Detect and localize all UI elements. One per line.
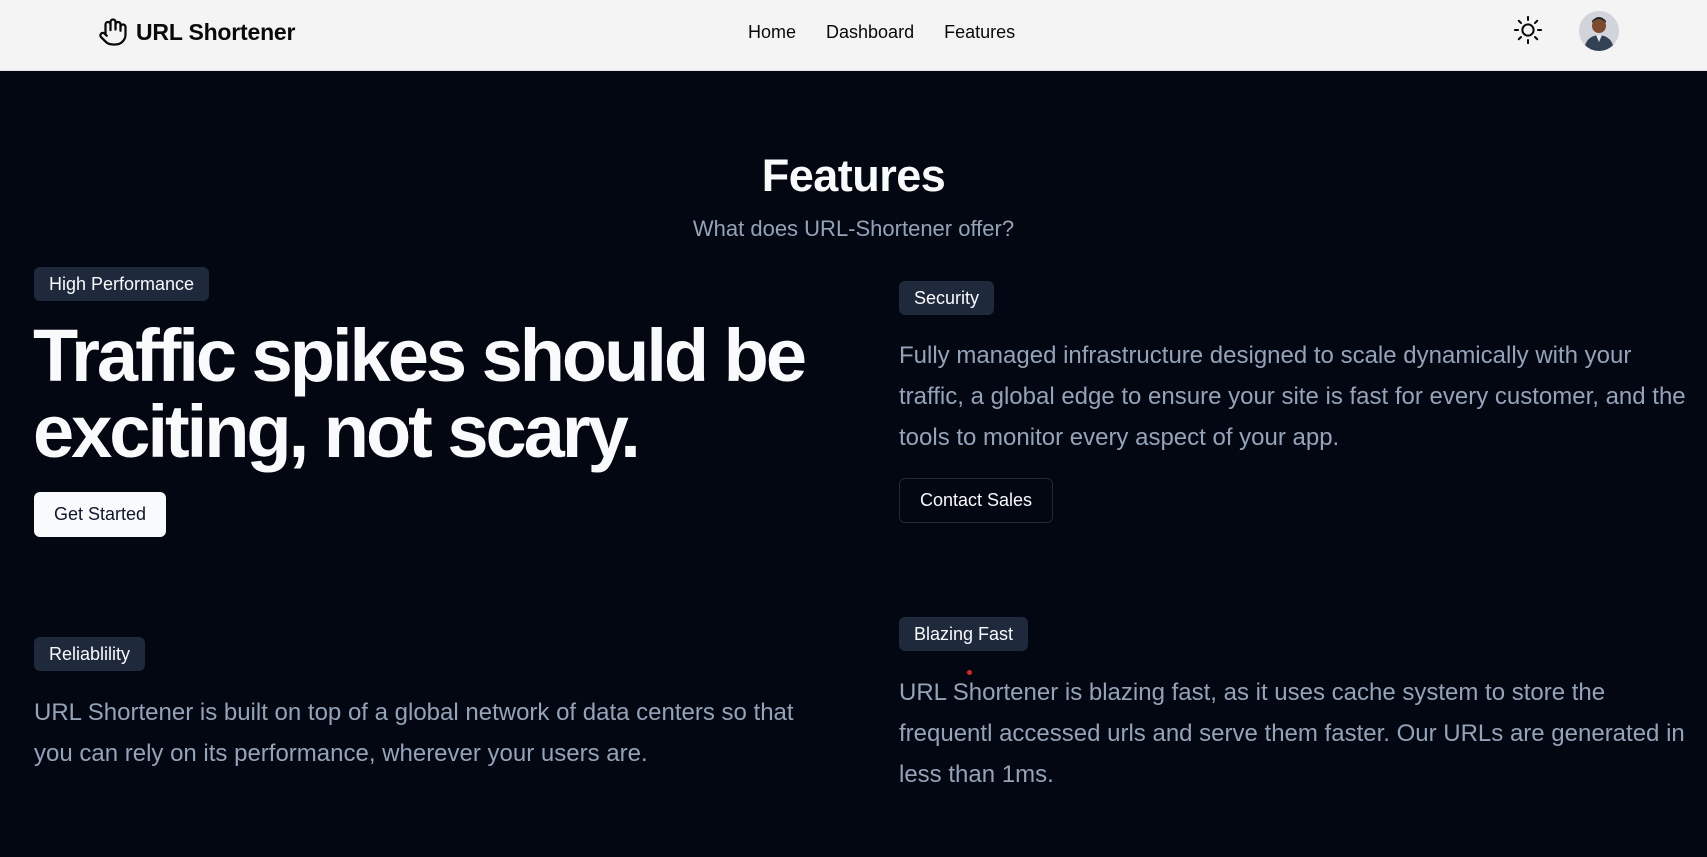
hand-pointer-icon — [98, 17, 128, 47]
security-description: Fully managed infrastructure designed to… — [899, 342, 1686, 451]
badge-high-performance: High Performance — [34, 267, 210, 301]
sun-icon — [1513, 15, 1543, 50]
badge-security: Security — [899, 281, 995, 315]
contact-sales-button[interactable]: Contact Sales — [899, 478, 1054, 523]
features-title: Features — [761, 150, 946, 201]
badge-blazing-fast: Blazing Fast — [899, 617, 1029, 651]
top-navbar: URL Shortener Home Dashboard Features — [0, 0, 1707, 71]
reliability-description: URL Shortener is built on top of a globa… — [34, 699, 794, 767]
headline-line-2: exciting, not scary. — [33, 390, 641, 473]
nav-link-dashboard[interactable]: Dashboard — [826, 22, 914, 43]
features-subtitle: What does URL-Shortener offer? — [692, 216, 1015, 241]
nav-link-home[interactable]: Home — [748, 22, 796, 43]
brand-logo-link[interactable]: URL Shortener — [98, 14, 295, 50]
main-nav: Home Dashboard Features — [748, 20, 1015, 44]
nav-link-features[interactable]: Features — [944, 22, 1015, 43]
get-started-button[interactable]: Get Started — [34, 492, 167, 537]
user-avatar[interactable] — [1579, 11, 1619, 51]
hero-headline: Traffic spikes should be exciting, not s… — [33, 318, 853, 470]
theme-toggle-button[interactable] — [1510, 14, 1546, 50]
cursor-indicator — [967, 670, 972, 675]
badge-reliability: Reliablility — [34, 637, 146, 671]
headline-line-1: Traffic spikes should be — [33, 314, 807, 397]
brand-name: URL Shortener — [136, 18, 296, 45]
blazing-fast-description: URL Shortener is blazing fast, as it use… — [899, 679, 1685, 788]
